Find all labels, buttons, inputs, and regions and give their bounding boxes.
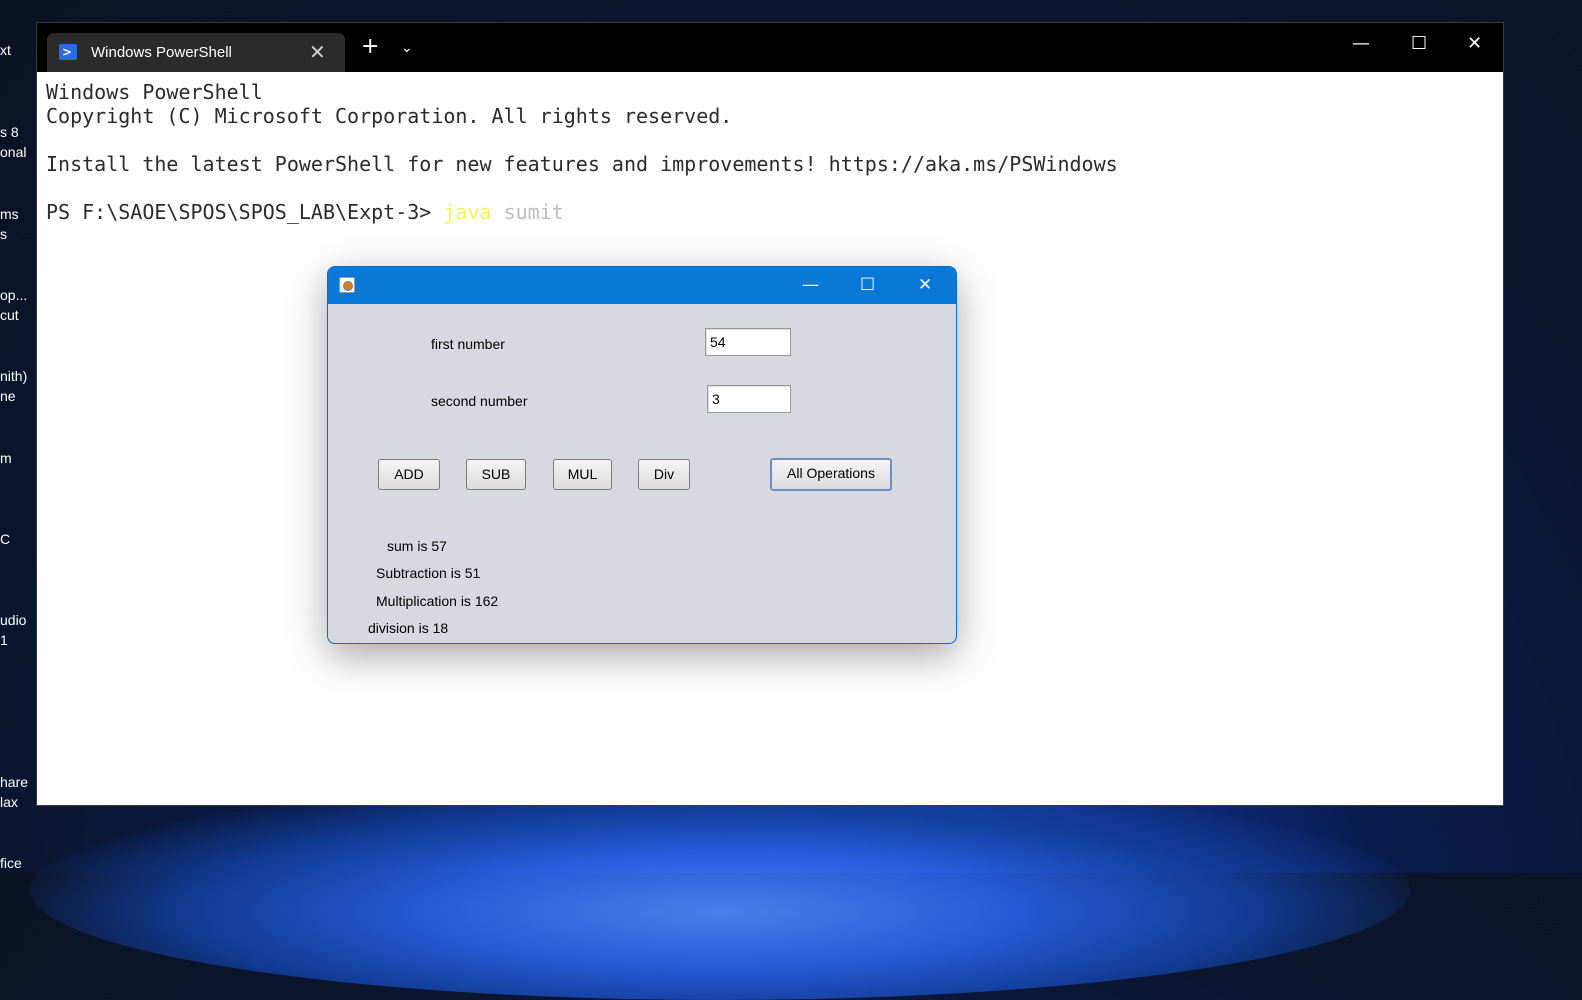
tab-bar: > Windows PowerShell ✕ + ⌄ — ☐ ✕ xyxy=(37,23,1503,72)
command: java xyxy=(443,200,492,224)
desktop-wallpaper-bloom xyxy=(30,780,1410,1000)
desktop-icon-label[interactable]: xt xyxy=(0,40,11,60)
minimize-icon[interactable]: — xyxy=(802,275,819,295)
all-operations-button[interactable]: All Operations xyxy=(770,458,892,491)
desktop-icon-label[interactable]: udio 1 xyxy=(0,610,26,650)
div-button[interactable]: Div xyxy=(638,459,690,490)
terminal-line: Install the latest PowerShell for new fe… xyxy=(46,152,1118,176)
prompt: PS F:\SAOE\SPOS\SPOS_LAB\Expt-3> xyxy=(46,200,444,224)
terminal-line: Copyright (C) Microsoft Corporation. All… xyxy=(46,104,733,128)
desktop-icon-label[interactable]: C xyxy=(0,529,10,549)
prompt-line: PS F:\SAOE\SPOS\SPOS_LAB\Expt-3> java su… xyxy=(46,200,1503,224)
java-title-bar[interactable]: — ☐ ✕ xyxy=(328,267,956,304)
java-icon xyxy=(339,277,355,293)
desktop-icon-label[interactable]: hare lax xyxy=(0,772,28,812)
sub-button[interactable]: SUB xyxy=(466,459,526,490)
command-argument: sumit xyxy=(503,200,564,224)
terminal-line: Windows PowerShell xyxy=(46,80,263,104)
desktop-icon-label[interactable]: ms s xyxy=(0,204,19,244)
desktop-icon-label[interactable]: op... cut xyxy=(0,285,27,325)
division-result: division is 18 xyxy=(368,620,449,636)
desktop-icon-label[interactable]: fice xyxy=(0,853,22,873)
tab-title: Windows PowerShell xyxy=(91,44,232,61)
maximize-icon[interactable]: ☐ xyxy=(860,275,875,295)
chevron-down-icon[interactable]: ⌄ xyxy=(401,40,413,56)
desktop-icon-label[interactable]: m xyxy=(0,448,12,468)
minimize-icon[interactable]: — xyxy=(1352,33,1370,54)
new-tab-icon[interactable]: + xyxy=(361,36,379,58)
sum-result: sum is 57 xyxy=(387,538,447,554)
close-tab-icon[interactable]: ✕ xyxy=(309,40,326,64)
first-number-field[interactable]: 54 xyxy=(705,328,791,356)
second-number-field[interactable]: 3 xyxy=(707,385,791,413)
close-window-icon[interactable]: ✕ xyxy=(1467,33,1482,54)
second-number-label: second number xyxy=(431,393,528,409)
first-number-label: first number xyxy=(431,336,505,352)
powershell-icon: > xyxy=(59,44,77,60)
java-calculator-window: — ☐ ✕ first number 54 second number 3 AD… xyxy=(327,266,957,644)
multiplication-result: Multiplication is 162 xyxy=(376,593,499,609)
mul-button[interactable]: MUL xyxy=(553,459,612,490)
subtraction-result: Subtraction is 51 xyxy=(376,565,481,581)
tab-windows-powershell[interactable]: > Windows PowerShell ✕ xyxy=(47,33,345,72)
terminal-output[interactable]: Windows PowerShell Copyright (C) Microso… xyxy=(37,72,1503,224)
add-button[interactable]: ADD xyxy=(378,459,440,490)
desktop-icon-label[interactable]: nith) ne xyxy=(0,366,27,406)
close-icon[interactable]: ✕ xyxy=(918,275,932,295)
desktop-icon-label[interactable]: s 8 onal xyxy=(0,122,26,162)
maximize-icon[interactable]: ☐ xyxy=(1411,33,1427,54)
